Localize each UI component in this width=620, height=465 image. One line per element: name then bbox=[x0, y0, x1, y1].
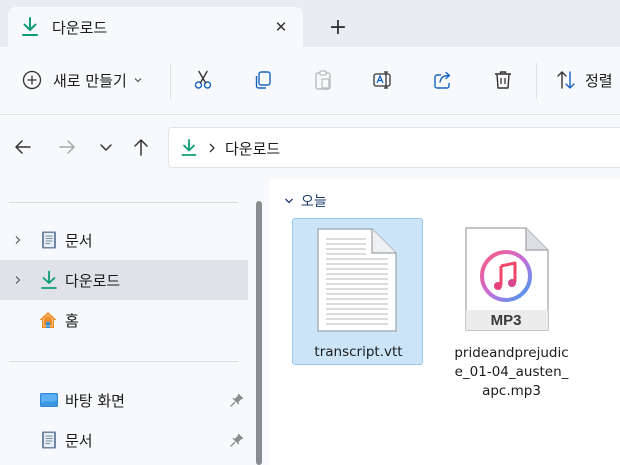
sort-label: 정렬 bbox=[585, 71, 613, 90]
toolbar-divider bbox=[170, 63, 171, 99]
quick-access-desktop[interactable]: 바탕 화면 bbox=[0, 380, 248, 420]
address-bar[interactable]: 다운로드 bbox=[168, 127, 620, 168]
command-bar: 새로 만들기 정렬 bbox=[0, 47, 620, 115]
quick-access-label: 문서 bbox=[65, 432, 93, 450]
tab-title: 다운로드 bbox=[52, 19, 108, 37]
chevron-right-icon[interactable] bbox=[207, 142, 217, 154]
home-icon bbox=[39, 312, 57, 328]
cut-button[interactable] bbox=[190, 67, 216, 93]
cut-icon bbox=[194, 70, 212, 89]
group-header-today[interactable]: 오늘 bbox=[283, 191, 327, 211]
download-icon bbox=[181, 139, 197, 156]
download-icon bbox=[22, 17, 38, 36]
file-item-transcript[interactable]: transcript.vtt bbox=[292, 218, 423, 365]
chevron-down-icon bbox=[285, 198, 293, 204]
delete-button[interactable] bbox=[490, 67, 516, 93]
rename-button[interactable] bbox=[370, 67, 396, 93]
nav-item-label: 홈 bbox=[65, 312, 79, 330]
add-circle-icon bbox=[22, 70, 42, 90]
file-name-line: apc.mp3 bbox=[482, 383, 541, 399]
chevron-right-icon[interactable] bbox=[13, 275, 23, 285]
nav-item-label: 문서 bbox=[65, 232, 93, 250]
file-name-line: e_01-04_austen_ bbox=[454, 364, 569, 380]
quick-access-label: 바탕 화면 bbox=[65, 392, 125, 410]
new-item-label: 새로 만들기 bbox=[53, 71, 127, 90]
nav-item-label: 다운로드 bbox=[65, 272, 121, 290]
toolbar-divider bbox=[536, 63, 537, 99]
share-icon bbox=[434, 71, 451, 89]
navigation-pane: 문서 다운로드 홈 바탕 화면 문서 bbox=[0, 178, 250, 465]
rename-icon bbox=[373, 71, 391, 89]
chevron-down-icon bbox=[100, 144, 112, 151]
copy-button[interactable] bbox=[250, 67, 276, 93]
nav-item-home[interactable]: 홈 bbox=[0, 300, 248, 340]
paste-icon bbox=[315, 70, 331, 90]
desktop-icon bbox=[40, 393, 58, 407]
nav-item-documents[interactable]: 문서 bbox=[0, 220, 248, 260]
nav-divider bbox=[9, 202, 238, 203]
forward-button[interactable] bbox=[55, 135, 79, 159]
sort-icon bbox=[557, 71, 575, 89]
pin-icon[interactable] bbox=[229, 432, 245, 448]
nav-scrollbar-thumb[interactable] bbox=[256, 201, 262, 465]
tab-downloads[interactable]: 다운로드 ✕ bbox=[8, 7, 303, 47]
breadcrumb[interactable]: 다운로드 bbox=[225, 138, 280, 159]
chevron-down-icon bbox=[134, 78, 142, 83]
nav-item-downloads[interactable]: 다운로드 bbox=[0, 260, 248, 300]
file-item-mp3[interactable]: MP3 prideandprejudic e_01-04_austen_ apc… bbox=[446, 218, 577, 399]
address-row: 다운로드 bbox=[0, 116, 620, 178]
new-item-button[interactable]: 새로 만들기 bbox=[18, 65, 156, 95]
new-tab-button[interactable]: + bbox=[326, 15, 350, 40]
delete-icon bbox=[495, 71, 511, 89]
download-icon bbox=[41, 270, 57, 289]
arrow-up-icon bbox=[134, 139, 148, 156]
copy-icon bbox=[255, 71, 271, 89]
arrow-right-icon bbox=[59, 140, 75, 154]
arrow-left-icon bbox=[15, 140, 31, 154]
up-button[interactable] bbox=[129, 135, 153, 159]
close-icon[interactable]: ✕ bbox=[270, 16, 292, 38]
file-name: prideandprejudic e_01-04_austen_ apc.mp3 bbox=[446, 344, 577, 401]
paste-button[interactable] bbox=[310, 67, 336, 93]
back-button[interactable] bbox=[11, 135, 35, 159]
group-label: 오늘 bbox=[301, 194, 327, 210]
share-button[interactable] bbox=[430, 67, 456, 93]
recent-locations-button[interactable] bbox=[94, 135, 118, 159]
nav-divider bbox=[9, 361, 238, 362]
pin-icon[interactable] bbox=[229, 392, 245, 408]
document-icon bbox=[42, 231, 56, 249]
quick-access-documents[interactable]: 문서 bbox=[0, 420, 248, 460]
chevron-right-icon[interactable] bbox=[13, 235, 23, 245]
text-file-icon bbox=[317, 228, 397, 332]
file-name: transcript.vtt bbox=[314, 344, 403, 360]
mp3-badge: MP3 bbox=[491, 312, 522, 329]
mp3-file-icon: MP3 bbox=[465, 227, 549, 331]
file-name-line: prideandprejudic bbox=[454, 345, 569, 361]
sort-button[interactable]: 정렬 bbox=[555, 67, 613, 93]
document-icon bbox=[42, 431, 56, 449]
tab-bar: 다운로드 ✕ + bbox=[0, 0, 620, 47]
